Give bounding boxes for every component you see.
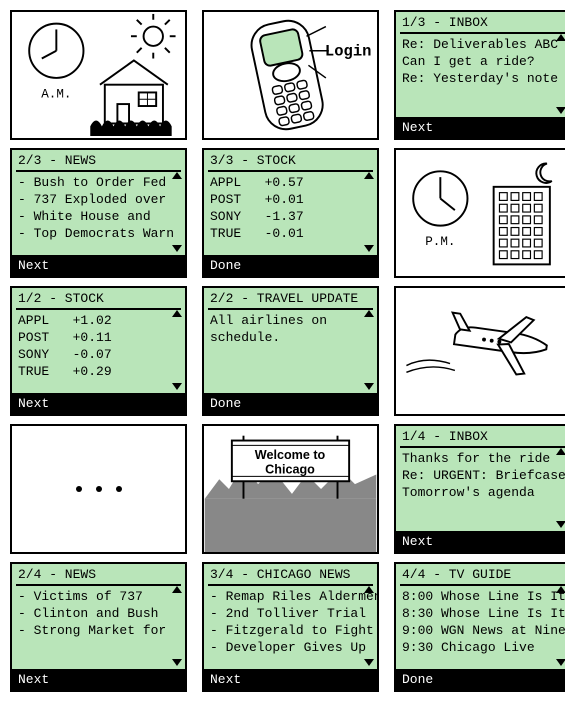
list-item[interactable]: - Developer Gives Up [210, 639, 371, 656]
welcome-chicago: Welcome to Chicago [202, 424, 379, 554]
tv-guide-screen: 4/4 - TV GUIDE 8:00 Whose Line Is It 8:3… [394, 562, 565, 692]
scroll-down-icon[interactable] [172, 659, 182, 666]
header: 3/4 - CHICAGO NEWS [204, 564, 377, 584]
scroll-down-icon[interactable] [172, 383, 182, 390]
dot-icon [76, 486, 82, 492]
header: 2/2 - TRAVEL UPDATE [204, 288, 377, 308]
done-button[interactable]: Done [204, 255, 377, 276]
done-button[interactable]: Done [204, 393, 377, 414]
scroll-down-icon[interactable] [172, 245, 182, 252]
svg-text:Login: Login [325, 43, 372, 61]
storyboard-grid: A.M. [0, 0, 565, 702]
list-item[interactable]: Can I get a ride? [402, 53, 563, 70]
inbox-2-screen: 1/4 - INBOX Thanks for the ride Re: URGE… [394, 424, 565, 554]
done-button[interactable]: Done [396, 669, 565, 690]
travel-screen: 2/2 - TRAVEL UPDATE All airlines on sche… [202, 286, 379, 416]
stock-row: TRUE +0.29 [18, 363, 179, 380]
scroll-up-icon[interactable] [172, 172, 182, 179]
scroll-down-icon[interactable] [556, 107, 565, 114]
scroll-down-icon[interactable] [556, 521, 565, 528]
news-2-screen: 2/4 - NEWS - Victims of 737 - Clinton an… [10, 562, 187, 692]
list-item[interactable]: - Bush to Order Fed [18, 174, 179, 191]
svg-text:A.M.: A.M. [41, 87, 71, 101]
scroll-up-icon[interactable] [364, 172, 374, 179]
list-item[interactable]: - 2nd Tolliver Trial [210, 605, 371, 622]
scroll-down-icon[interactable] [364, 245, 374, 252]
stock-1-screen: 3/3 - STOCK APPL +0.57 POST +0.01 SONY -… [202, 148, 379, 278]
svg-text:Welcome to: Welcome to [255, 448, 326, 462]
list-item[interactable]: Re: URGENT: Briefcase [402, 467, 563, 484]
list-item[interactable]: Re: Yesterday's note [402, 70, 563, 87]
header: 4/4 - TV GUIDE [396, 564, 565, 584]
scroll-up-icon[interactable] [556, 448, 565, 455]
list-item[interactable]: - Top Democrats Warn [18, 225, 179, 242]
next-button[interactable]: Next [12, 255, 185, 276]
next-button[interactable]: Next [12, 393, 185, 414]
stock-row: APPL +1.02 [18, 312, 179, 329]
body: Re: Deliverables ABC Can I get a ride? R… [396, 34, 565, 117]
list-item[interactable]: - Strong Market for [18, 622, 179, 639]
list-item[interactable]: Thanks for the ride [402, 450, 563, 467]
scroll-up-icon[interactable] [556, 586, 565, 593]
list-item[interactable]: - White House and [18, 208, 179, 225]
scroll-up-icon[interactable] [172, 586, 182, 593]
dot-icon [96, 486, 102, 492]
dot-icon [116, 486, 122, 492]
stock-row: TRUE -0.01 [210, 225, 371, 242]
next-button[interactable]: Next [396, 117, 565, 138]
svg-text:P.M.: P.M. [425, 235, 455, 249]
scroll-up-icon[interactable] [364, 586, 374, 593]
next-button[interactable]: Next [204, 669, 377, 690]
list-item[interactable]: - 737 Exploded over [18, 191, 179, 208]
header: 2/3 - NEWS [12, 150, 185, 170]
list-item[interactable]: - Clinton and Bush [18, 605, 179, 622]
stock-2-screen: 1/2 - STOCK APPL +1.02 POST +0.11 SONY -… [10, 286, 187, 416]
scroll-down-icon[interactable] [556, 659, 565, 666]
scroll-down-icon[interactable] [364, 659, 374, 666]
text-line: schedule. [210, 329, 371, 346]
svg-text:Chicago: Chicago [265, 462, 315, 476]
morning-scene: A.M. [10, 10, 187, 140]
stock-row: SONY -0.07 [18, 346, 179, 363]
scroll-down-icon[interactable] [364, 383, 374, 390]
list-item[interactable]: 8:30 Whose Line Is It [402, 605, 563, 622]
header: 3/3 - STOCK [204, 150, 377, 170]
stock-row: APPL +0.57 [210, 174, 371, 191]
list-item[interactable]: - Victims of 737 [18, 588, 179, 605]
evening-scene: P.M. [394, 148, 565, 278]
list-item[interactable]: Tomorrow's agenda [402, 484, 563, 501]
chicago-news-screen: 3/4 - CHICAGO NEWS - Remap Riles Alderme… [202, 562, 379, 692]
list-item[interactable]: 9:00 WGN News at Nine [402, 622, 563, 639]
stock-row: SONY -1.37 [210, 208, 371, 225]
text-line: All airlines on [210, 312, 371, 329]
next-button[interactable]: Next [12, 669, 185, 690]
stock-row: POST +0.11 [18, 329, 179, 346]
stock-row: POST +0.01 [210, 191, 371, 208]
phone-login: Login [202, 10, 379, 140]
list-item[interactable]: - Fitzgerald to Fight [210, 622, 371, 639]
scroll-up-icon[interactable] [364, 310, 374, 317]
next-button[interactable]: Next [396, 531, 565, 552]
header: 2/4 - NEWS [12, 564, 185, 584]
header: 1/4 - INBOX [396, 426, 565, 446]
inbox-1-screen: 1/3 - INBOX Re: Deliverables ABC Can I g… [394, 10, 565, 140]
list-item[interactable]: Re: Deliverables ABC [402, 36, 563, 53]
list-item[interactable]: 8:00 Whose Line Is It [402, 588, 563, 605]
waiting-screen [10, 424, 187, 554]
list-item[interactable]: - Remap Riles Aldermen [210, 588, 371, 605]
scroll-up-icon[interactable] [556, 34, 565, 41]
header: 1/2 - STOCK [12, 288, 185, 308]
list-item[interactable]: 9:30 Chicago Live [402, 639, 563, 656]
scroll-up-icon[interactable] [172, 310, 182, 317]
news-1-screen: 2/3 - NEWS - Bush to Order Fed - 737 Exp… [10, 148, 187, 278]
airplane-scene [394, 286, 565, 416]
header: 1/3 - INBOX [396, 12, 565, 32]
